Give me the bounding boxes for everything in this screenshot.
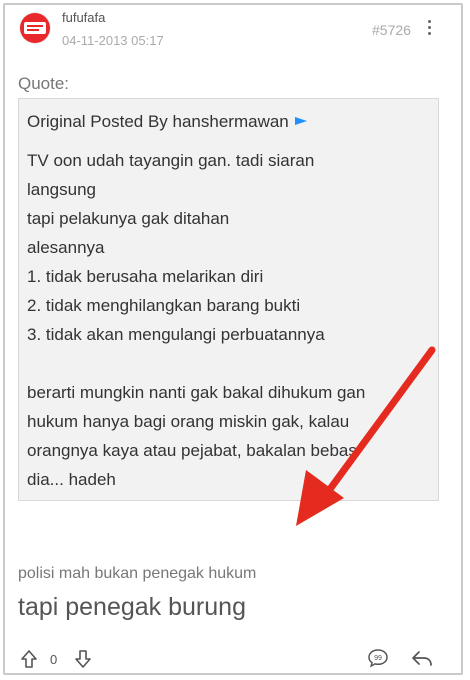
- quote-line: TV oon udah tayangin gan. tadi siaran: [27, 151, 315, 170]
- quote-label: Quote:: [18, 74, 70, 93]
- upvote-icon[interactable]: [20, 649, 38, 669]
- quote-line: alesannya: [27, 238, 105, 257]
- post-timestamp: 04-11-2013 05:17: [62, 33, 164, 48]
- quote-line: orangnya kaya atau pejabat, bakalan beba…: [27, 441, 357, 460]
- quote-line: berarti mungkin nanti gak bakal dihukum …: [27, 383, 366, 402]
- user-avatar[interactable]: [20, 13, 50, 43]
- vote-count: 0: [50, 652, 58, 667]
- more-vertical-icon[interactable]: [425, 18, 433, 40]
- quote-line: 2. tidak menghilangkan barang bukti: [27, 296, 301, 315]
- svg-text:99: 99: [374, 655, 382, 662]
- quote-line: langsung: [27, 180, 97, 199]
- quote-line: 3. tidak akan mengulangi perbuatannya: [27, 325, 325, 344]
- username[interactable]: fufufafa: [62, 10, 105, 25]
- quote-reply-icon[interactable]: 99: [367, 648, 389, 668]
- quote-line: dia... hadeh: [27, 470, 116, 489]
- quote-line: 1. tidak berusaha melarikan diri: [27, 267, 264, 286]
- reply-text-big: tapi penegak burung: [18, 593, 246, 621]
- reply-icon[interactable]: [411, 649, 433, 667]
- quote-line: tapi pelakunya gak ditahan: [27, 209, 230, 228]
- downvote-icon[interactable]: [74, 649, 92, 669]
- reply-text-small: polisi mah bukan penegak hukum: [18, 565, 257, 582]
- quote-text: TV oon udah tayangin gan. tadi siaran la…: [27, 146, 432, 494]
- post-number[interactable]: #5726: [372, 22, 411, 38]
- quote-author-text: Original Posted By hanshermawan: [27, 112, 289, 131]
- quote-line: hukum hanya bagi orang miskin gak, kalau: [27, 412, 350, 431]
- quote-author[interactable]: Original Posted By hanshermawan: [27, 112, 307, 132]
- quote-line: [27, 349, 432, 378]
- author-link-icon[interactable]: [294, 117, 307, 125]
